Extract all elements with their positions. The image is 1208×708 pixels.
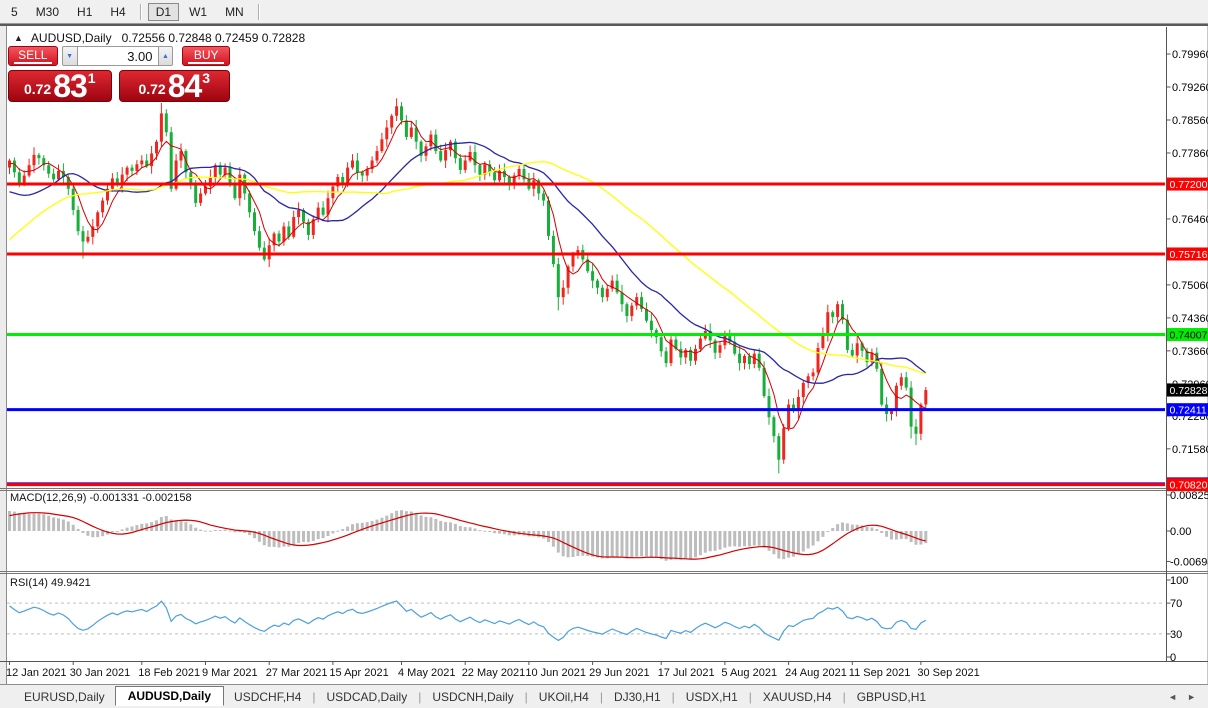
svg-text:0.72828: 0.72828 xyxy=(1170,385,1208,397)
sell-underline xyxy=(13,61,52,64)
chart-canvas[interactable]: 0.79960 0.79260 0.78560 0.77860 0.76460 0.750… xyxy=(0,0,1208,707)
svg-text:0.71580: 0.71580 xyxy=(1172,444,1208,456)
buy-price-small: 0.72 xyxy=(138,81,166,97)
svg-text:0.77200: 0.77200 xyxy=(1170,179,1208,191)
svg-text:0.72411: 0.72411 xyxy=(1170,404,1207,416)
sell-button-label: SELL xyxy=(18,47,48,62)
date-label: 11 Sep 2021 xyxy=(848,667,911,679)
date-label: 18 Feb 2021 xyxy=(138,667,201,679)
volume-increase-button[interactable]: ▲ xyxy=(157,46,174,66)
svg-text:0: 0 xyxy=(1170,652,1176,664)
sell-price-big: 83 xyxy=(53,68,88,104)
volume-input[interactable] xyxy=(77,46,158,66)
buy-underline xyxy=(187,61,225,64)
buy-button[interactable]: BUY xyxy=(182,46,231,66)
date-label: 30 Sep 2021 xyxy=(917,667,980,679)
svg-text:0.75060: 0.75060 xyxy=(1172,280,1208,292)
one-click-trade-panel: SELL ▼ ▲ BUY 0.72 83 1 0.72 84 3 xyxy=(8,46,231,104)
svg-text:0.74360: 0.74360 xyxy=(1172,313,1208,325)
sell-price-box[interactable]: 0.72 83 1 xyxy=(8,70,112,102)
sell-price-small: 0.72 xyxy=(23,81,52,97)
buy-price-box[interactable]: 0.72 84 3 xyxy=(118,68,230,104)
svg-text:0.79260: 0.79260 xyxy=(1172,82,1208,94)
sell-price-pip: 1 xyxy=(87,70,96,86)
svg-text:-0.00698: -0.00698 xyxy=(1170,556,1208,568)
date-label: 22 May 2021 xyxy=(461,667,526,679)
buy-price-big: 84 xyxy=(167,68,203,104)
date-label: 27 Mar 2021 xyxy=(265,667,328,679)
date-label: 29 Jun 2021 xyxy=(589,667,650,679)
svg-text:70: 70 xyxy=(1170,598,1182,610)
svg-text:0.008253: 0.008253 xyxy=(1170,490,1208,502)
date-label: 17 Jul 2021 xyxy=(657,667,715,679)
macd-indicator-label: MACD(12,26,9) -0.001331 -0.002158 xyxy=(10,492,192,504)
svg-text:0.70820: 0.70820 xyxy=(1170,479,1208,491)
svg-text:0.77860: 0.77860 xyxy=(1172,148,1208,160)
sell-button[interactable]: SELL xyxy=(8,46,58,66)
svg-text:0.75716: 0.75716 xyxy=(1170,249,1208,261)
svg-text:0.00: 0.00 xyxy=(1170,526,1191,538)
buy-price-pip: 3 xyxy=(202,70,211,86)
svg-text:0.78560: 0.78560 xyxy=(1172,115,1208,127)
chart-title-bar: ▲ AUDUSD,Daily 0.72556 0.72848 0.72459 0… xyxy=(14,31,305,45)
svg-text:0.73660: 0.73660 xyxy=(1172,346,1208,358)
volume-decrease-button[interactable]: ▼ xyxy=(61,46,78,66)
date-label: 4 May 2021 xyxy=(398,667,456,679)
date-label: 12 Jan 2021 xyxy=(6,667,67,679)
svg-text:30: 30 xyxy=(1170,629,1182,641)
svg-text:0.74007: 0.74007 xyxy=(1170,329,1208,341)
date-label: 9 Mar 2021 xyxy=(202,667,258,679)
svg-text:0.79960: 0.79960 xyxy=(1172,49,1208,61)
collapse-panel-icon[interactable]: ▲ xyxy=(14,33,23,43)
chart-ohlc-values: 0.72556 0.72848 0.72459 0.72828 xyxy=(121,31,306,45)
date-label: 30 Jan 2021 xyxy=(69,667,131,679)
date-label: 10 Jun 2021 xyxy=(525,667,586,679)
svg-text:100: 100 xyxy=(1170,575,1188,587)
buy-button-label: BUY xyxy=(193,47,219,62)
date-label: 5 Aug 2021 xyxy=(721,667,778,679)
date-label: 24 Aug 2021 xyxy=(785,667,847,679)
chart-symbol-title: AUDUSD,Daily xyxy=(30,31,112,45)
rsi-indicator-label: RSI(14) 49.9421 xyxy=(10,577,91,589)
date-label: 15 Apr 2021 xyxy=(329,667,389,679)
svg-text:0.76460: 0.76460 xyxy=(1172,214,1208,226)
